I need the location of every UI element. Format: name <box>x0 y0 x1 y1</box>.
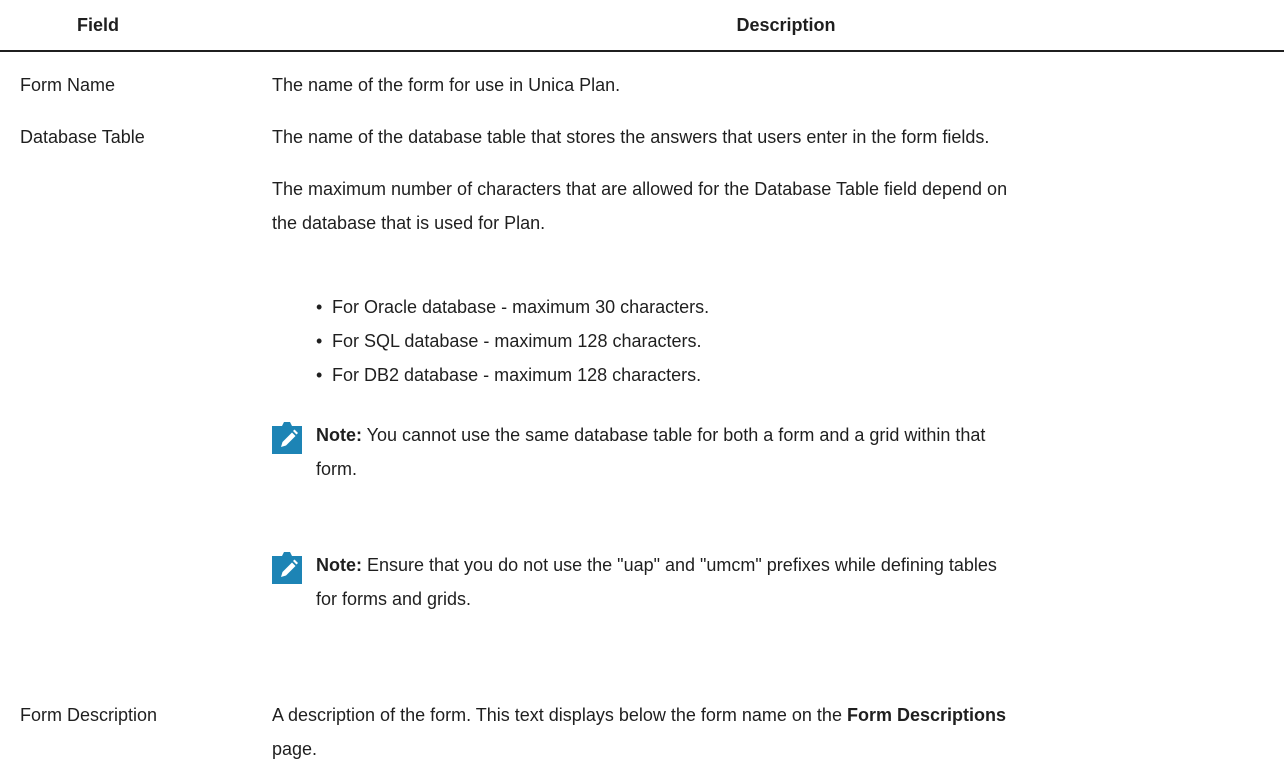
description-database-table: The name of the database table that stor… <box>272 127 990 147</box>
note-label: Note: <box>316 425 362 445</box>
field-form-name: Form Name <box>20 75 116 95</box>
list-item: For SQL database - maximum 128 character… <box>316 324 1216 358</box>
pencil-note-icon <box>272 422 302 454</box>
note-body-line-1: Ensure that you do not use the "uap" and… <box>362 555 997 575</box>
column-header-field: Field <box>76 15 119 35</box>
note-label: Note: <box>316 555 362 575</box>
note-body-line-1: You cannot use the same database table f… <box>362 425 986 445</box>
field-database-table: Database Table <box>20 127 145 147</box>
pencil-note-icon <box>272 552 302 584</box>
list-item: For DB2 database - maximum 128 character… <box>316 358 1216 392</box>
description-form-description: A description of the form. This text dis… <box>272 698 1272 766</box>
table-header: Field Description <box>0 0 1284 52</box>
form-description-text: A description of the form. This text dis… <box>272 705 847 725</box>
note-text: Note: You cannot use the same database t… <box>316 418 1276 486</box>
max-chars-list: For Oracle database - maximum 30 charact… <box>316 290 1216 392</box>
description-form-name: The name of the form for use in Unica Pl… <box>272 75 621 95</box>
form-description-text-end: page. <box>272 739 318 759</box>
field-form-description: Form Description <box>20 705 158 725</box>
column-header-description: Description <box>736 15 836 35</box>
list-item: For Oracle database - maximum 30 charact… <box>316 290 1216 324</box>
documentation-page: Field Description Form Name The name of … <box>0 0 1284 782</box>
note-body-line-2: form. <box>316 459 358 479</box>
note-body-line-2: for forms and grids. <box>316 589 472 609</box>
note-prefixes: Note: Ensure that you do not use the "ua… <box>272 548 1272 618</box>
max-chars-paragraph: The maximum number of characters that ar… <box>272 172 1272 240</box>
note-text: Note: Ensure that you do not use the "ua… <box>316 548 1276 616</box>
max-chars-line-2: the database that is used for Plan. <box>272 213 546 233</box>
max-chars-line-1: The maximum number of characters that ar… <box>272 179 1008 199</box>
note-same-table: Note: You cannot use the same database t… <box>272 418 1272 488</box>
form-descriptions-page-name: Form Descriptions <box>846 705 1006 725</box>
